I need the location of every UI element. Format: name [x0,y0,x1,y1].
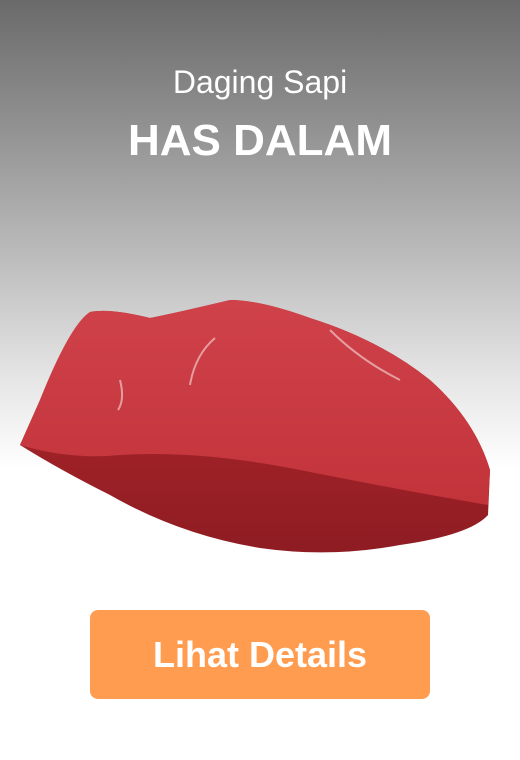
product-category: Daging Sapi [172,64,348,100]
product-name: HAS DALAM [128,116,392,165]
details-button[interactable]: Lihat Details [90,610,430,699]
meat-image [20,300,490,553]
